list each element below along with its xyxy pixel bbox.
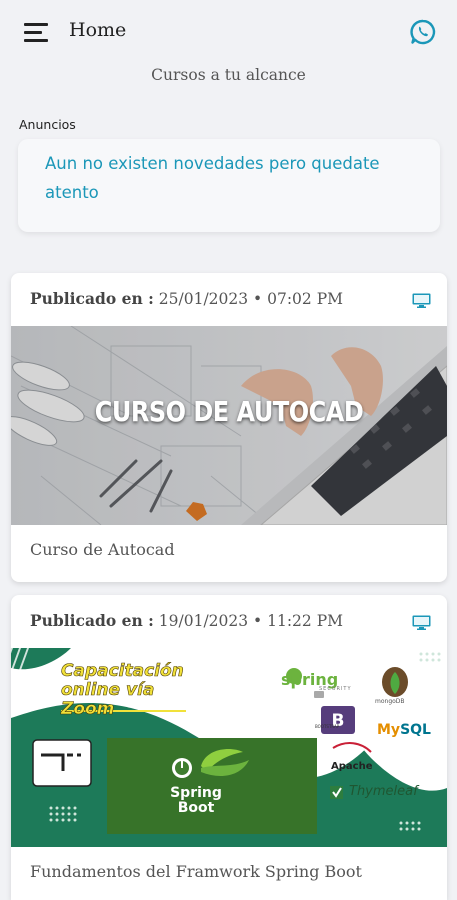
published-value: 19/01/2023 • 11:22 PM xyxy=(153,612,343,630)
mysql-logo-text: MySQL xyxy=(377,722,431,738)
desktop-icon xyxy=(412,615,431,630)
published-label: Publicado en : xyxy=(30,289,154,308)
page-subtitle: Cursos a tu alcance xyxy=(151,66,306,84)
bootstrap-logo-text: BOOTSTRAP xyxy=(315,724,340,729)
announcement-message: Aun no existen novedades pero quedate at… xyxy=(45,154,380,202)
course-card-spring-boot[interactable]: Publicado en : 19/01/2023 • 11:22 PM B C… xyxy=(11,595,447,900)
spring-boot-logo-text: Spring Boot xyxy=(170,785,222,816)
page-title: Home xyxy=(69,19,127,41)
mongodb-logo-text: mongoDB xyxy=(375,698,405,705)
published-date: Publicado en : 25/01/2023 • 07:02 PM xyxy=(30,289,343,308)
desktop-icon xyxy=(412,293,431,308)
published-value: 25/01/2023 • 07:02 PM xyxy=(153,290,343,308)
spring-security-logo: spring SECURITY xyxy=(281,670,352,692)
course-thumbnail: CURSO DE AUTOCAD xyxy=(11,326,447,525)
apache-logo-text: Apache xyxy=(331,761,373,772)
announcement-card: Aun no existen novedades pero quedate at… xyxy=(18,139,440,232)
course-card-autocad[interactable]: Publicado en : 25/01/2023 • 07:02 PM CUR… xyxy=(11,273,447,582)
course-name: Curso de Autocad xyxy=(30,540,175,559)
announcements-label: Anuncios xyxy=(19,117,76,132)
course-thumbnail: B Capacitación online vía Zoom Spring Bo… xyxy=(11,648,447,847)
published-date: Publicado en : 19/01/2023 • 11:22 PM xyxy=(30,611,343,630)
whatsapp-icon[interactable] xyxy=(409,18,437,46)
thumbnail-title: CURSO DE AUTOCAD xyxy=(94,395,364,429)
thumbnail-headline: Capacitación online vía Zoom xyxy=(61,661,184,719)
course-name: Fundamentos del Framwork Spring Boot xyxy=(30,862,362,881)
hamburger-menu-icon[interactable] xyxy=(24,21,50,43)
thymeleaf-logo-text: Thymeleaf xyxy=(349,784,418,799)
app-bar: Home xyxy=(0,0,457,64)
published-label: Publicado en : xyxy=(30,611,154,630)
